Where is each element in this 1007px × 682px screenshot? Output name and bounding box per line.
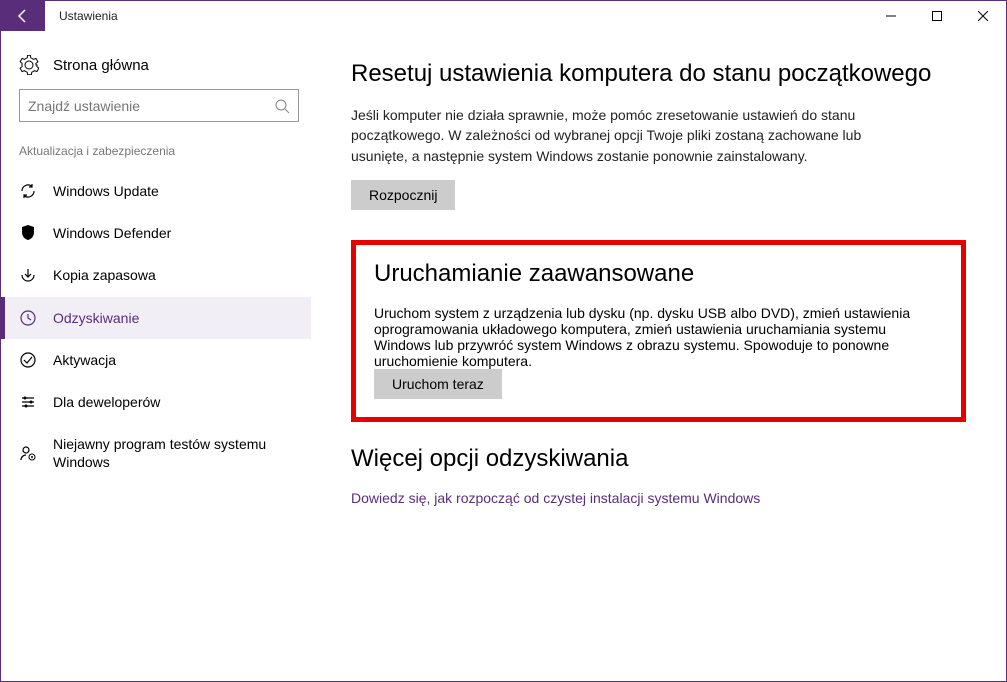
sidebar-item-activation[interactable]: Aktywacja [1, 339, 311, 381]
sidebar-item-developers[interactable]: Dla deweloperów [1, 381, 311, 423]
maximize-button[interactable] [914, 1, 960, 31]
sidebar-item-windows-update[interactable]: Windows Update [1, 170, 311, 212]
sidebar-item-windows-defender[interactable]: Windows Defender [1, 212, 311, 254]
search-input[interactable] [28, 98, 274, 114]
window-controls [868, 1, 1006, 31]
person-settings-icon [19, 444, 37, 462]
minimize-button[interactable] [868, 1, 914, 31]
advanced-startup-section: Uruchamianie zaawansowane Uruchom system… [351, 240, 966, 422]
reset-desc: Jeśli komputer nie działa sprawnie, może… [351, 105, 891, 166]
reset-section: Resetuj ustawienia komputera do stanu po… [351, 59, 966, 210]
sidebar-item-recovery[interactable]: Odzyskiwanie [1, 297, 311, 339]
gear-icon [19, 55, 39, 75]
shield-icon [19, 224, 37, 242]
reset-start-button[interactable]: Rozpocznij [351, 180, 455, 210]
history-icon [19, 309, 37, 327]
reset-title: Resetuj ustawienia komputera do stanu po… [351, 59, 966, 89]
nav-list: Windows Update Windows Defender Kopia za… [1, 170, 311, 484]
restart-now-button[interactable]: Uruchom teraz [374, 369, 502, 399]
back-button[interactable] [1, 1, 45, 31]
advanced-title: Uruchamianie zaawansowane [374, 259, 943, 289]
clean-install-link[interactable]: Dowiedz się, jak rozpocząć od czystej in… [351, 490, 760, 506]
sidebar-item-label: Dla deweloperów [53, 393, 311, 411]
titlebar: Ustawienia [1, 1, 1006, 31]
sidebar-item-label: Kopia zapasowa [53, 266, 311, 284]
minimize-icon [886, 11, 896, 21]
sidebar: Strona główna Aktualizacja i zabezpiecze… [1, 31, 311, 681]
search-icon [274, 98, 290, 114]
sync-icon [19, 182, 37, 200]
main-content: Resetuj ustawienia komputera do stanu po… [311, 31, 1006, 681]
home-label: Strona główna [53, 57, 149, 74]
sidebar-item-label: Windows Update [53, 182, 311, 200]
category-label: Aktualizacja i zabezpieczenia [19, 144, 311, 158]
sidebar-item-insider[interactable]: Niejawny program testów systemu Windows [1, 423, 311, 483]
maximize-icon [932, 11, 942, 21]
more-recovery-section: Więcej opcji odzyskiwania Dowiedz się, j… [351, 444, 966, 506]
advanced-desc: Uruchom system z urządzenia lub dysku (n… [374, 305, 943, 369]
search-box[interactable] [19, 89, 299, 122]
sidebar-item-label: Windows Defender [53, 224, 311, 242]
sidebar-item-backup[interactable]: Kopia zapasowa [1, 254, 311, 296]
more-title: Więcej opcji odzyskiwania [351, 444, 966, 474]
home-link[interactable]: Strona główna [19, 49, 311, 89]
backup-icon [19, 266, 37, 284]
close-icon [978, 11, 988, 21]
check-circle-icon [19, 351, 37, 369]
arrow-left-icon [15, 8, 31, 24]
sidebar-item-label: Odzyskiwanie [53, 309, 311, 327]
close-button[interactable] [960, 1, 1006, 31]
sidebar-item-label: Niejawny program testów systemu Windows [53, 435, 311, 471]
sliders-icon [19, 393, 37, 411]
sidebar-item-label: Aktywacja [53, 351, 311, 369]
window-title: Ustawienia [59, 9, 118, 23]
